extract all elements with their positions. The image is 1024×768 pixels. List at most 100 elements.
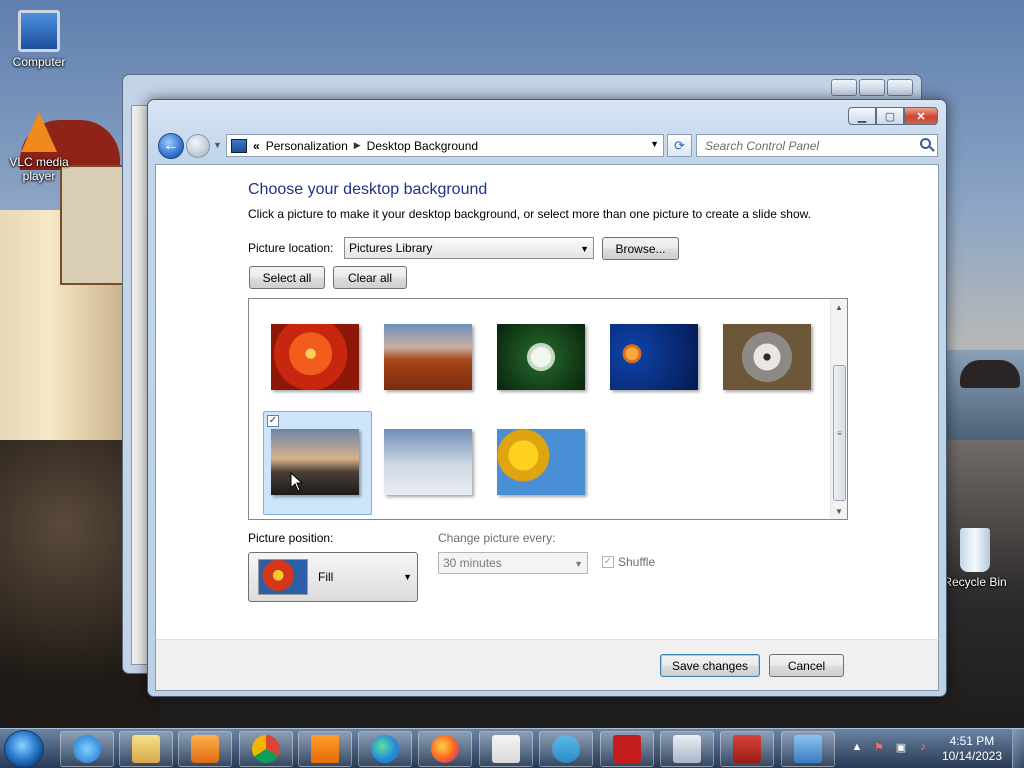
back-button[interactable]: ←: [158, 133, 184, 159]
taskbar-edge[interactable]: [358, 731, 412, 767]
taskbar-chrome[interactable]: [239, 731, 293, 767]
search-placeholder: Search Control Panel: [705, 138, 820, 153]
thumbnail-checkbox[interactable]: ✓: [267, 415, 279, 427]
toolbox-icon: [733, 735, 761, 763]
taskbar-firefox[interactable]: [418, 731, 472, 767]
browse-button[interactable]: Browse...: [602, 237, 679, 260]
change-picture-select[interactable]: 30 minutes ▼: [438, 552, 588, 574]
breadcrumb-separator-icon[interactable]: ▶: [354, 140, 361, 151]
search-input[interactable]: Search Control Panel: [696, 134, 938, 157]
breadcrumb-personalization[interactable]: Personalization: [266, 139, 348, 153]
breadcrumb-desktop-background[interactable]: Desktop Background: [367, 139, 478, 153]
shuffle-checkbox[interactable]: ✓: [602, 556, 614, 568]
taskbar-vlc[interactable]: [298, 731, 352, 767]
volume-muted-icon[interactable]: ♪: [915, 741, 931, 757]
firefox-icon: [431, 735, 459, 763]
maximize-button[interactable]: ▢: [876, 107, 904, 125]
picture-location-select[interactable]: Pictures Library ▼: [344, 237, 594, 259]
close-icon[interactable]: [887, 79, 913, 96]
start-button[interactable]: [4, 730, 44, 768]
taskbar-java[interactable]: [479, 731, 533, 767]
minimize-button[interactable]: ▁: [848, 107, 876, 125]
clear-all-button[interactable]: Clear all: [333, 266, 407, 289]
maximize-icon[interactable]: [859, 79, 885, 96]
content-area: Choose your desktop background Click a p…: [155, 164, 939, 639]
scroll-down-icon[interactable]: ▼: [831, 503, 847, 519]
refresh-icon: ⟳: [674, 137, 685, 153]
refresh-button[interactable]: ⟳: [667, 134, 692, 157]
lighthouse-tower: [60, 165, 125, 285]
maximize-icon: ▢: [884, 110, 896, 123]
vlc-cone-icon: [21, 112, 57, 152]
desktop-icon-vlc[interactable]: VLC media player: [0, 112, 78, 183]
close-icon: ✕: [916, 110, 926, 123]
show-desktop-button[interactable]: [1012, 729, 1024, 768]
desktop-icon-label: VLC media player: [9, 155, 69, 183]
picture-location-label: Picture location:: [248, 241, 334, 255]
thumbnail-desert-mesa[interactable]: [384, 324, 472, 390]
taskbar-telegram[interactable]: [539, 731, 593, 767]
control-panel-icon: [794, 735, 822, 763]
thumbnail-koala[interactable]: [723, 324, 811, 390]
minimize-icon: ▁: [857, 110, 867, 123]
breadcrumb-overflow-icon[interactable]: «: [253, 139, 260, 153]
thumbnail-orange-flower[interactable]: [271, 324, 359, 390]
control-panel-icon: [231, 138, 247, 153]
taskbar-file-explorer[interactable]: [119, 731, 173, 767]
page-title: Choose your desktop background: [248, 181, 488, 198]
desktop-background-window: ▁ ▢ ✕ ← ▼ « Personalization ▶ Desktop Ba…: [147, 99, 947, 697]
forward-button[interactable]: [186, 134, 210, 158]
network-icon[interactable]: ▣: [893, 741, 909, 757]
save-changes-button[interactable]: Save changes: [660, 654, 760, 677]
taskbar-ole-tool[interactable]: [600, 731, 654, 767]
scrollbar-thumb[interactable]: ≡: [833, 365, 846, 501]
shuffle-option[interactable]: ✓ Shuffle: [602, 555, 655, 569]
address-bar[interactable]: « Personalization ▶ Desktop Background ▼: [226, 134, 664, 157]
select-all-button[interactable]: Select all: [249, 266, 325, 289]
internet-explorer-icon: [73, 735, 101, 763]
taskbar-media-player[interactable]: [178, 731, 232, 767]
thumbnail-jellyfish[interactable]: [610, 324, 698, 390]
thumbnail-tulips[interactable]: [497, 429, 585, 495]
picture-position-select[interactable]: Fill ▼: [248, 552, 418, 602]
clock-time: 4:51 PM: [949, 734, 995, 748]
gallery-scrollbar[interactable]: ▲ ≡ ▼: [830, 299, 847, 519]
thumbnail-lighthouse[interactable]: [271, 429, 359, 495]
taskbar-calculator[interactable]: [660, 731, 714, 767]
clock-date: 10/14/2023: [941, 749, 1002, 763]
picture-position-label: Picture position:: [248, 531, 334, 545]
action-center-icon[interactable]: ⚑: [871, 741, 887, 757]
picture-location-value: Pictures Library: [349, 241, 433, 255]
system-tray: ▲ ⚑ ▣ ♪ 4:51 PM 10/14/2023: [846, 729, 1024, 768]
desktop-icon-label: Recycle Bin: [943, 575, 1007, 589]
thumbnail-white-hydrangea[interactable]: [497, 324, 585, 390]
vlc-icon: [311, 735, 339, 763]
taskbar: ▲ ⚑ ▣ ♪ 4:51 PM 10/14/2023: [0, 728, 1024, 768]
show-hidden-icons-icon[interactable]: ▲: [849, 741, 865, 757]
shuffle-label: Shuffle: [618, 555, 656, 569]
taskbar-toolbox[interactable]: [720, 731, 774, 767]
desktop-icon-recycle-bin[interactable]: Recycle Bin: [936, 528, 1014, 589]
picture-gallery: ✓ ▲ ≡ ▼: [248, 298, 848, 520]
page-description: Click a picture to make it your desktop …: [248, 207, 811, 221]
thumbnail-penguins[interactable]: [384, 429, 472, 495]
picture-position-value: Fill: [318, 570, 334, 584]
close-button[interactable]: ✕: [904, 107, 938, 125]
chevron-down-icon: ▼: [213, 140, 222, 150]
arrow-left-icon: ←: [163, 137, 179, 154]
minimize-icon[interactable]: [831, 79, 857, 96]
change-picture-value: 30 minutes: [443, 556, 502, 570]
desktop-icon-computer[interactable]: Computer: [0, 10, 78, 69]
folder-icon: [132, 735, 160, 763]
taskbar-internet-explorer[interactable]: [60, 731, 114, 767]
search-icon[interactable]: [920, 138, 931, 149]
cancel-button[interactable]: Cancel: [769, 654, 844, 677]
recent-pages-dropdown[interactable]: ▼: [213, 140, 222, 150]
desktop-icon-label: Computer: [12, 55, 66, 69]
scroll-up-icon[interactable]: ▲: [831, 299, 847, 315]
chrome-icon: [252, 735, 280, 763]
clock[interactable]: 4:51 PM 10/14/2023: [942, 734, 1002, 764]
change-picture-label: Change picture every:: [438, 531, 556, 545]
taskbar-control-panel[interactable]: [781, 731, 835, 767]
address-dropdown-icon[interactable]: ▼: [650, 139, 659, 149]
